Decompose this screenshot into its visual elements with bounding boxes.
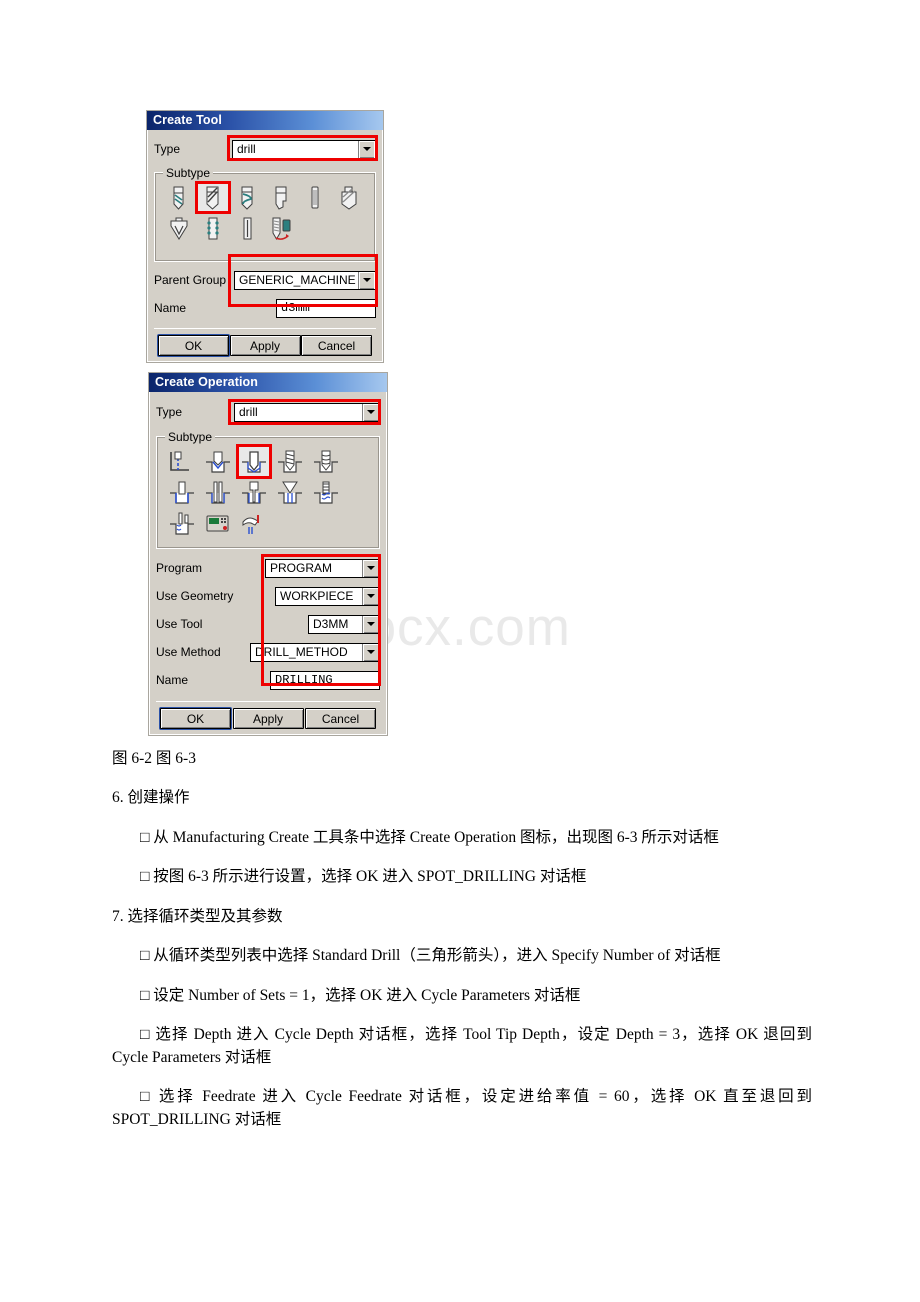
tool-name-label: Name bbox=[154, 301, 187, 315]
tool-subtype-group: Subtype bbox=[154, 166, 376, 262]
parent-group-combo[interactable]: GENERIC_MACHINE bbox=[234, 270, 376, 290]
step-drill-icon[interactable] bbox=[264, 182, 298, 213]
use-method-combo-row: Use Method DRILL_METHOD bbox=[156, 638, 380, 666]
type-label: Type bbox=[154, 142, 181, 156]
boring-bar-icon[interactable] bbox=[230, 213, 264, 244]
hole-milling-icon[interactable] bbox=[164, 508, 200, 539]
use-tool-combo-row: Use Tool D3MM bbox=[156, 610, 380, 638]
tool-subtype-grid bbox=[155, 173, 375, 249]
create-tool-ok-button[interactable]: OK bbox=[158, 335, 229, 356]
operation-name-field-label: Name bbox=[156, 673, 189, 687]
operation-type-combo[interactable]: drill bbox=[234, 402, 380, 422]
create-operation-ok-button[interactable]: OK bbox=[160, 708, 231, 729]
create-tool-dialog: Create Tool Type drill Subtype Parent Gr… bbox=[146, 110, 384, 363]
paragraph-1: □ 从 Manufacturing Create 工具条中选择 Create O… bbox=[140, 828, 719, 846]
paragraph-4: □ 设定 Number of Sets = 1，选择 OK 进入 Cycle P… bbox=[140, 986, 581, 1004]
use-tool-combo-label: Use Tool bbox=[156, 617, 203, 631]
paragraph-6: □ 选择 Feedrate 进入 Cycle Feedrate 对话框，设定进给… bbox=[112, 1088, 812, 1128]
user-defined-icon[interactable] bbox=[236, 508, 272, 539]
paragraph-3: □ 从循环类型列表中选择 Standard Drill（三角形箭头），进入 Sp… bbox=[140, 947, 721, 965]
use-tool-combo-value: D3MM bbox=[313, 617, 349, 631]
op-type-row: Type drill bbox=[156, 396, 380, 428]
parent-group-row: Parent Group GENERIC_MACHINE bbox=[154, 266, 376, 294]
use-method-combo[interactable]: DRILL_METHOD bbox=[250, 642, 380, 662]
drilling-icon[interactable] bbox=[236, 444, 272, 479]
use-tool-combo[interactable]: D3MM bbox=[308, 614, 380, 634]
spot-facing-icon[interactable] bbox=[164, 446, 200, 477]
use-geometry-combo-label: Use Geometry bbox=[156, 589, 234, 603]
use-geometry-combo[interactable]: WORKPIECE bbox=[275, 586, 380, 606]
chevron-down-icon[interactable] bbox=[362, 643, 379, 661]
tap-icon[interactable] bbox=[264, 213, 298, 244]
program-combo-row: Program PROGRAM bbox=[156, 554, 380, 582]
create-operation-button-row: OK Apply Cancel bbox=[156, 701, 380, 735]
create-operation-cancel-button[interactable]: Cancel bbox=[305, 708, 376, 729]
program-combo-label: Program bbox=[156, 561, 203, 575]
operation-type-value: drill bbox=[239, 405, 258, 419]
parent-group-label: Parent Group bbox=[154, 273, 227, 287]
type-row: Type drill bbox=[154, 134, 376, 164]
paragraph-2: □ 按图 6-3 所示进行设置，选择 OK 进入 SPOT_DRILLING 对… bbox=[140, 868, 587, 886]
boring-icon[interactable] bbox=[164, 477, 200, 508]
use-geometry-combo-row: Use Geometry WORKPIECE bbox=[156, 582, 380, 610]
tool-type-combo[interactable]: drill bbox=[232, 139, 376, 159]
countersinking-icon[interactable] bbox=[272, 477, 308, 508]
standard-drill-icon[interactable] bbox=[195, 181, 231, 214]
create-tool-titlebar: Create Tool bbox=[147, 111, 383, 130]
tool-name-row: Name d3mm bbox=[154, 294, 376, 322]
create-tool-button-row: OK Apply Cancel bbox=[154, 328, 376, 362]
create-operation-apply-button[interactable]: Apply bbox=[232, 708, 304, 729]
countersink-icon[interactable] bbox=[162, 213, 196, 244]
chevron-down-icon[interactable] bbox=[358, 271, 375, 289]
use-geometry-combo-value: WORKPIECE bbox=[280, 589, 354, 603]
subtype-label: Subtype bbox=[163, 166, 214, 180]
counterboring-icon[interactable] bbox=[236, 477, 272, 508]
machine-control-icon[interactable] bbox=[200, 508, 236, 539]
reamer-icon[interactable] bbox=[298, 182, 332, 213]
breakchip-drilling-icon[interactable] bbox=[308, 446, 344, 477]
use-method-combo-value: DRILL_METHOD bbox=[255, 645, 348, 659]
twist-drill-icon[interactable] bbox=[162, 182, 196, 213]
use-method-combo-label: Use Method bbox=[156, 645, 221, 659]
parent-group-value: GENERIC_MACHINE bbox=[239, 273, 356, 287]
op-type-label: Type bbox=[156, 405, 183, 419]
document-text: 图 6-2 图 6-3 6. 创建操作 □ 从 Manufacturing Cr… bbox=[112, 748, 812, 1148]
chevron-down-icon[interactable] bbox=[362, 559, 379, 577]
program-combo[interactable]: PROGRAM bbox=[265, 558, 380, 578]
create-tool-apply-button[interactable]: Apply bbox=[229, 335, 301, 356]
paragraph-5: □ 选择 Depth 进入 Cycle Depth 对话框，选择 Tool Ti… bbox=[112, 1026, 812, 1066]
create-tool-cancel-button[interactable]: Cancel bbox=[301, 335, 372, 356]
tapping-icon[interactable] bbox=[308, 477, 344, 508]
operation-subtype-grid bbox=[157, 437, 379, 544]
create-operation-titlebar: Create Operation bbox=[149, 373, 387, 392]
operation-name-field-row: Name DRILLING bbox=[156, 666, 380, 694]
chevron-down-icon[interactable] bbox=[362, 403, 379, 421]
peck-drilling-icon[interactable] bbox=[272, 446, 308, 477]
operation-name-field[interactable]: DRILLING bbox=[270, 670, 380, 690]
op-subtype-label: Subtype bbox=[165, 430, 216, 444]
chevron-down-icon[interactable] bbox=[362, 587, 379, 605]
spiral-drill-icon[interactable] bbox=[230, 182, 264, 213]
tool-name-field[interactable]: d3mm bbox=[276, 298, 376, 318]
operation-subtype-group: Subtype bbox=[156, 430, 380, 549]
create-operation-dialog: Create Operation Type drill Subtype Prog… bbox=[148, 372, 388, 736]
chevron-down-icon[interactable] bbox=[362, 615, 379, 633]
operation-fields: Program PROGRAM Use Geometry WORKPIECE Use T… bbox=[156, 554, 380, 694]
program-combo-value: PROGRAM bbox=[270, 561, 333, 575]
heading-step-7: 7. 选择循环类型及其参数 bbox=[112, 907, 283, 925]
chevron-down-icon[interactable] bbox=[358, 140, 375, 158]
counterbore-drill-icon[interactable] bbox=[332, 182, 366, 213]
tool-type-value: drill bbox=[237, 142, 256, 156]
thread-mill-icon[interactable] bbox=[196, 213, 230, 244]
spot-drilling-icon[interactable] bbox=[200, 446, 236, 477]
figure-caption: 图 6-2 图 6-3 bbox=[112, 750, 196, 767]
heading-step-6: 6. 创建操作 bbox=[112, 789, 190, 807]
reaming-icon[interactable] bbox=[200, 477, 236, 508]
